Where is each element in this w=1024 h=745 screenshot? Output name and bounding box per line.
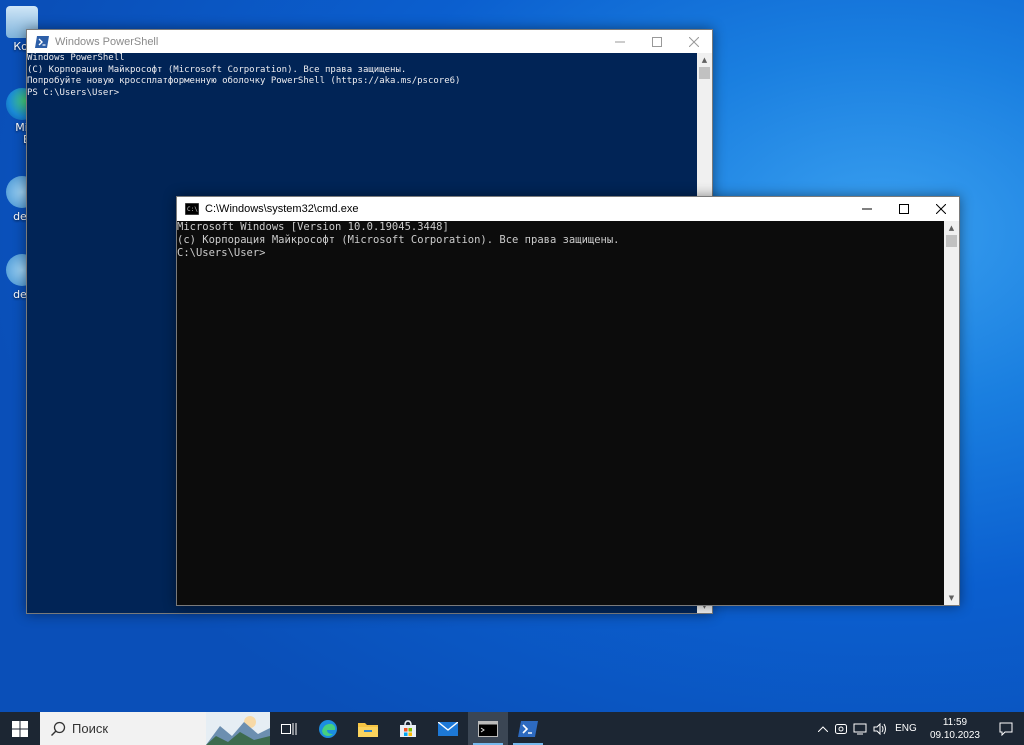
tray-volume[interactable] [870, 712, 890, 745]
taskbar-powershell[interactable] [508, 712, 548, 745]
tray-network[interactable] [850, 712, 870, 745]
scroll-thumb[interactable] [946, 235, 957, 247]
start-button[interactable] [0, 712, 40, 745]
close-icon [935, 203, 946, 214]
maximize-button[interactable] [885, 197, 922, 220]
edge-icon [319, 719, 337, 738]
taskbar-mail[interactable] [428, 712, 468, 745]
maximize-button[interactable] [638, 30, 675, 53]
powershell-icon [518, 720, 538, 737]
scroll-up-arrow[interactable]: ▲ [944, 221, 959, 235]
taskbar-file-explorer[interactable] [348, 712, 388, 745]
console-line: Microsoft Windows [Version 10.0.19045.34… [177, 221, 449, 233]
console-line: Windows PowerShell [27, 53, 125, 63]
search-icon [51, 721, 66, 736]
notification-center-button[interactable] [988, 712, 1024, 745]
maximize-icon [651, 36, 662, 47]
folder-icon [358, 722, 378, 737]
taskbar-task-view[interactable] [270, 712, 308, 745]
console-line: Попробуйте новую кроссплатформенную обол… [27, 76, 461, 86]
clock-date: 09.10.2023 [929, 729, 980, 741]
close-button[interactable] [675, 30, 712, 53]
scroll-thumb[interactable] [699, 67, 710, 79]
powershell-titlebar[interactable]: Windows PowerShell [27, 30, 712, 53]
cmd-title: C:\Windows\system32\cmd.exe [205, 203, 359, 215]
store-icon [400, 719, 416, 737]
task-view-icon [281, 722, 297, 735]
console-line: C:\Users\User> [177, 247, 266, 259]
mail-icon [438, 721, 458, 736]
minimize-button[interactable] [848, 197, 885, 220]
taskbar: Поиск ENG 11:59 09.10.2023 [0, 712, 1024, 745]
tray-overflow-button[interactable] [814, 712, 832, 745]
tray-clock[interactable]: 11:59 09.10.2023 [930, 716, 980, 742]
powershell-icon [35, 35, 49, 48]
clock-time: 11:59 [942, 716, 968, 728]
search-box[interactable]: Поиск [40, 712, 270, 745]
cmd-titlebar[interactable]: C:\ C:\Windows\system32\cmd.exe [177, 197, 959, 221]
console-line: (C) Корпорация Майкрософт (Microsoft Cor… [27, 64, 407, 75]
taskbar-edge[interactable] [308, 712, 348, 745]
minimize-button[interactable] [601, 30, 638, 53]
cmd-scrollbar[interactable]: ▲ ▼ [944, 221, 959, 605]
search-placeholder: Поиск [72, 721, 109, 736]
minimize-icon [614, 41, 625, 42]
camera-icon [834, 723, 847, 734]
cmd-icon [478, 720, 498, 737]
cmd-icon: C:\ [185, 203, 199, 215]
network-icon [853, 723, 867, 734]
notification-icon [999, 722, 1013, 736]
console-line: PS C:\Users\User> [27, 87, 120, 98]
taskbar-cmd[interactable] [468, 712, 508, 745]
cmd-console[interactable]: Microsoft Windows [Version 10.0.19045.34… [177, 221, 944, 605]
console-line: (c) Корпорация Майкрософт (Microsoft Cor… [177, 234, 620, 246]
system-tray: ENG 11:59 09.10.2023 [814, 712, 1024, 745]
svg-text:C:\: C:\ [187, 206, 198, 213]
scroll-down-arrow[interactable]: ▼ [944, 591, 959, 605]
cmd-window[interactable]: C:\ C:\Windows\system32\cmd.exe Microsof… [176, 196, 960, 606]
maximize-icon [898, 203, 909, 214]
windows-logo-icon [12, 720, 28, 737]
speaker-icon [873, 722, 886, 735]
powershell-title: Windows PowerShell [55, 35, 159, 48]
close-button[interactable] [922, 197, 959, 220]
tray-meet-now[interactable] [832, 712, 850, 745]
tray-language[interactable]: ENG [890, 712, 922, 745]
scroll-up-arrow[interactable]: ▲ [697, 53, 712, 67]
taskbar-store[interactable] [388, 712, 428, 745]
close-icon [688, 36, 699, 47]
search-highlight-landscape-icon [206, 712, 270, 745]
chevron-up-icon [817, 725, 828, 732]
minimize-icon [861, 208, 872, 209]
